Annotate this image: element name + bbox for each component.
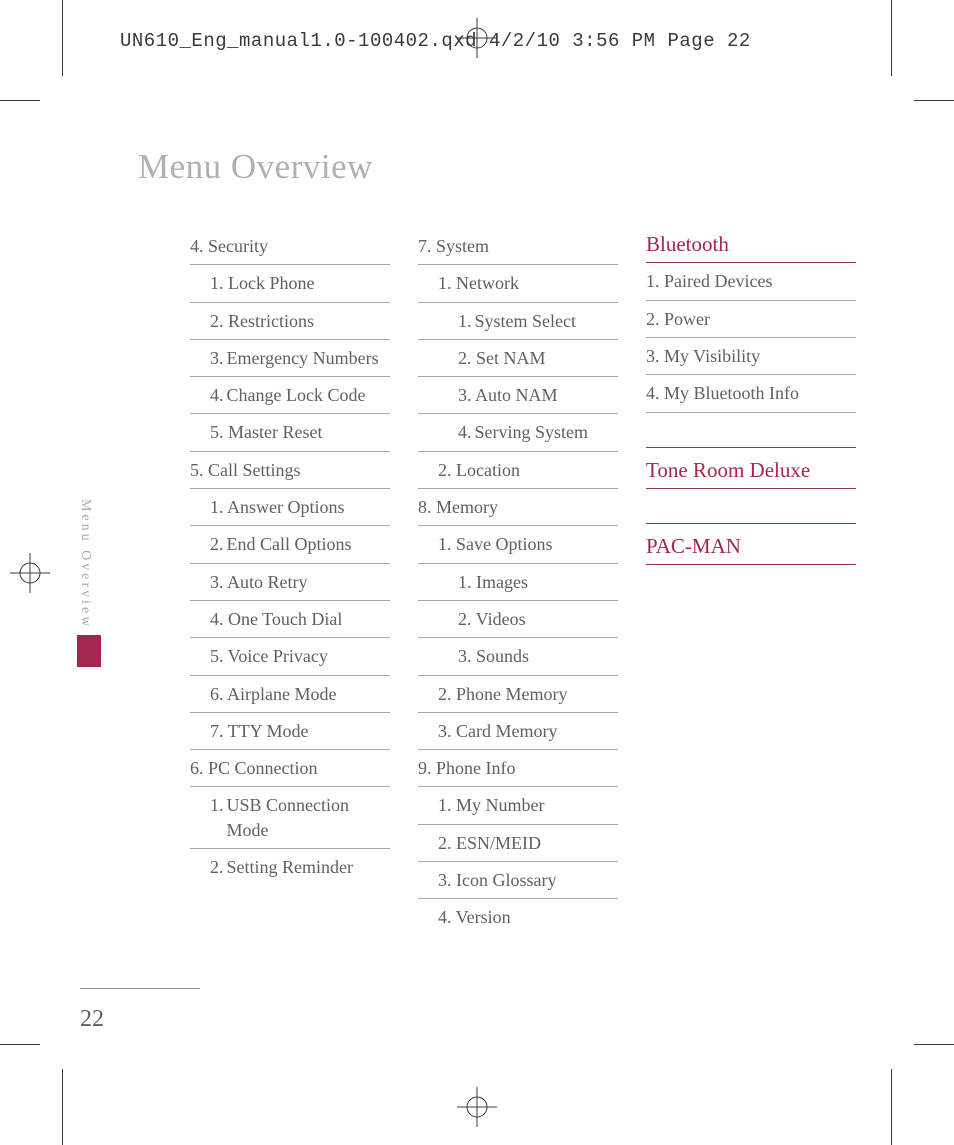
list-item-text: USB Connection Mode <box>227 793 391 842</box>
list-item: 2. ESN/MEID <box>418 825 618 862</box>
list-item: 5. Call Settings <box>190 452 390 489</box>
list-item: 2. Set NAM <box>418 340 618 377</box>
list-item-text: Setting Reminder <box>227 855 391 879</box>
list-item: 1. Save Options <box>418 526 618 563</box>
page-title: Menu Overview <box>138 147 373 187</box>
side-tab-label: Menu Overview <box>77 499 93 635</box>
list-item: 9. Phone Info <box>418 750 618 787</box>
list-item-text: Change Lock Code <box>227 383 391 407</box>
list-item-text: Serving System <box>475 420 619 444</box>
list-item: 2.Setting Reminder <box>190 849 390 885</box>
list-item-number: 2. <box>210 532 224 556</box>
list-item: 3. Auto NAM <box>418 377 618 414</box>
crop-mark <box>0 1044 40 1045</box>
list-item: 7. System <box>418 228 618 265</box>
section-tone-room: Tone Room Deluxe <box>646 454 856 489</box>
crop-mark <box>0 100 40 101</box>
list-item: 2. Power <box>646 301 856 338</box>
registration-mark-icon <box>10 553 50 593</box>
list-item-number: 1. <box>210 793 224 842</box>
column-1: 4. Security1. Lock Phone2. Restrictions3… <box>190 228 390 936</box>
list-item: 3.Emergency Numbers <box>190 340 390 377</box>
list-item: 3. Auto Retry <box>190 564 390 601</box>
section-top-rule <box>646 447 856 448</box>
list-item-text: System Select <box>475 309 619 333</box>
list-item: 2. Location <box>418 452 618 489</box>
list-item: 4.Change Lock Code <box>190 377 390 414</box>
print-header-info: UN610_Eng_manual1.0-100402.qxd 4/2/10 3:… <box>120 30 751 52</box>
list-item: 1. My Number <box>418 787 618 824</box>
list-item-number: 3. <box>210 346 224 370</box>
section-top-rule <box>646 523 856 524</box>
column-2: 7. System1. Network1.System Select2. Set… <box>418 228 618 936</box>
crop-mark <box>62 0 63 76</box>
list-item-number: 4. <box>458 420 472 444</box>
content-columns: 4. Security1. Lock Phone2. Restrictions3… <box>190 228 880 936</box>
list-item-text: Emergency Numbers <box>227 346 391 370</box>
list-item: 3. My Visibility <box>646 338 856 375</box>
list-item: 6. Airplane Mode <box>190 676 390 713</box>
list-item: 2. Videos <box>418 601 618 638</box>
list-item: 1. Images <box>418 564 618 601</box>
list-item: 3. Icon Glossary <box>418 862 618 899</box>
list-item-number: 4. <box>210 383 224 407</box>
list-item: 5. Master Reset <box>190 414 390 451</box>
footer-rule <box>80 988 200 989</box>
list-item: 1.USB Connection Mode <box>190 787 390 849</box>
list-item: 1. Answer Options <box>190 489 390 526</box>
list-item: 3. Sounds <box>418 638 618 675</box>
list-item: 4. My Bluetooth Info <box>646 375 856 412</box>
list-item: 2. Restrictions <box>190 303 390 340</box>
section-pacman: PAC-MAN <box>646 530 856 565</box>
list-item: 1. Network <box>418 265 618 302</box>
crop-mark <box>891 0 892 76</box>
list-item: 2.End Call Options <box>190 526 390 563</box>
list-item: 8. Memory <box>418 489 618 526</box>
list-item: 3. Card Memory <box>418 713 618 750</box>
list-item: 1. Paired Devices <box>646 263 856 300</box>
list-item-number: 1. <box>458 309 472 333</box>
list-item: 2. Phone Memory <box>418 676 618 713</box>
list-item: 4.Serving System <box>418 414 618 451</box>
crop-mark <box>891 1069 892 1145</box>
list-item: 1. Lock Phone <box>190 265 390 302</box>
crop-mark <box>914 100 954 101</box>
side-tab-bar <box>77 635 101 667</box>
section-bluetooth: Bluetooth <box>646 228 856 263</box>
side-tab: Menu Overview <box>77 499 100 667</box>
list-item: 4. One Touch Dial <box>190 601 390 638</box>
column-3: Bluetooth 1. Paired Devices 2. Power 3. … <box>646 228 856 936</box>
list-item: 7. TTY Mode <box>190 713 390 750</box>
list-item: 6. PC Connection <box>190 750 390 787</box>
list-item: 4. Security <box>190 228 390 265</box>
list-item: 4. Version <box>418 899 618 935</box>
page-number: 22 <box>80 1006 104 1033</box>
list-item-text: End Call Options <box>227 532 391 556</box>
registration-mark-icon <box>457 1087 497 1127</box>
list-item-number: 2. <box>210 855 224 879</box>
crop-mark <box>914 1044 954 1045</box>
crop-mark <box>62 1069 63 1145</box>
list-item: 1.System Select <box>418 303 618 340</box>
list-item: 5. Voice Privacy <box>190 638 390 675</box>
